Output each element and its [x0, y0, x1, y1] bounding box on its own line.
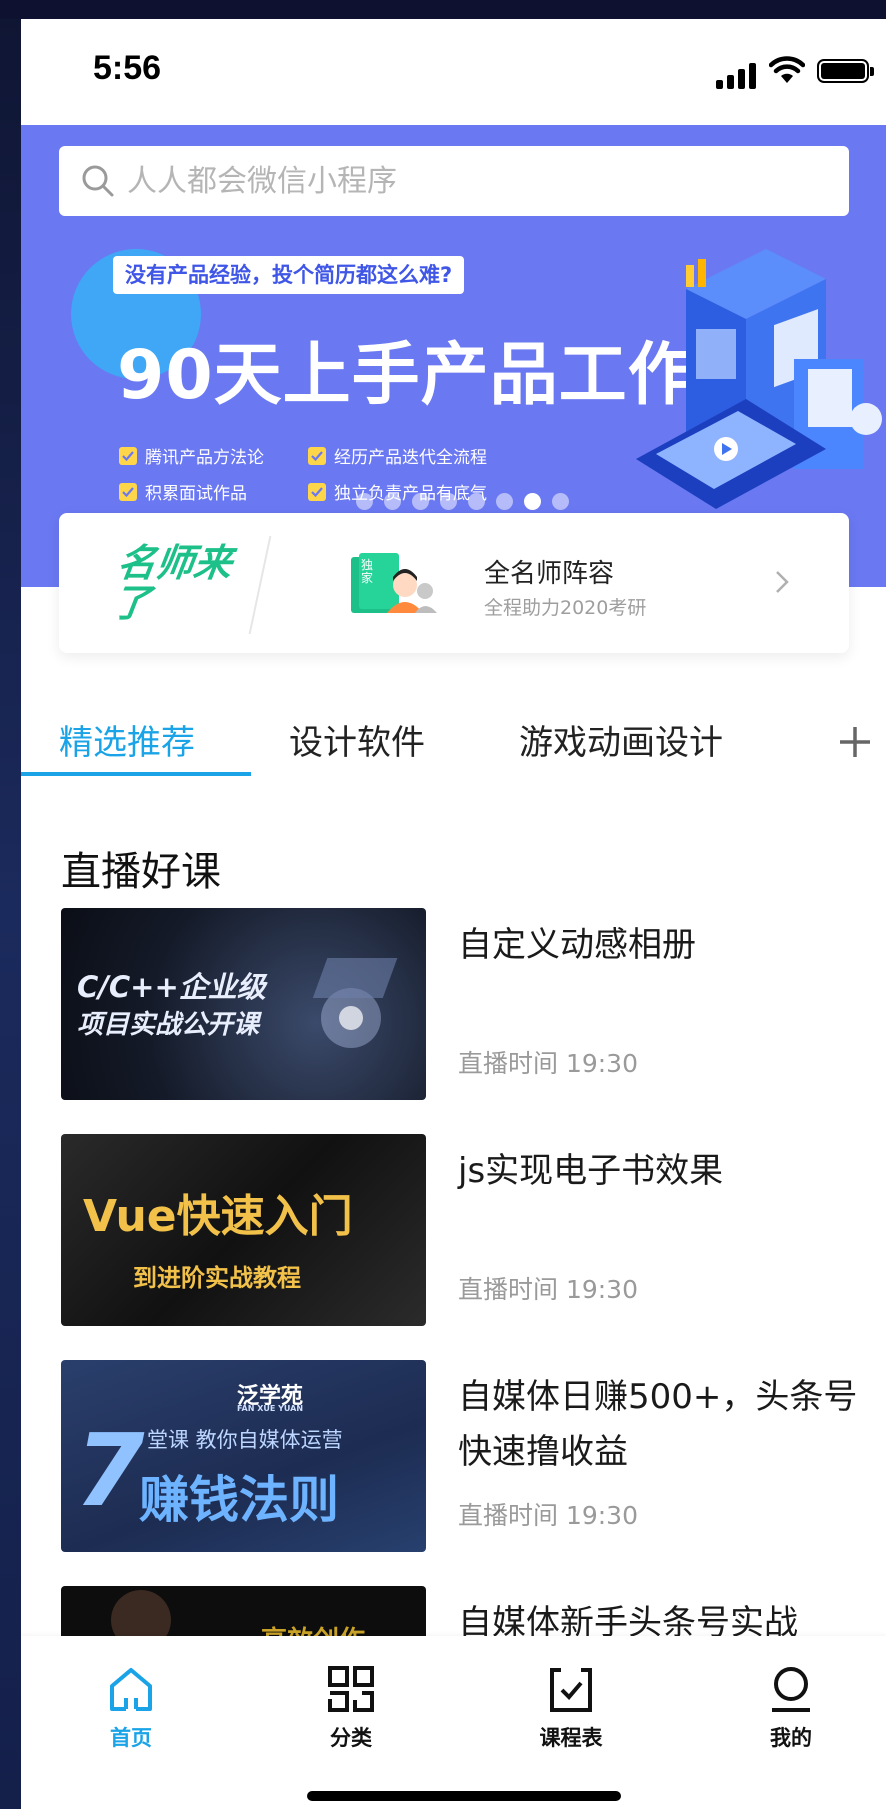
divider	[248, 535, 272, 635]
banner-illustration	[636, 249, 882, 509]
carousel-dot[interactable]	[496, 493, 513, 510]
check-icon	[119, 446, 137, 465]
category-tabs: 精选推荐 设计软件 游戏动画设计	[21, 691, 886, 791]
teacher-card-subtitle: 全程助力2020考研	[484, 597, 647, 619]
course-time: 直播时间 19:30	[458, 1275, 638, 1304]
banner-feature-label: 腾讯产品方法论	[145, 448, 264, 468]
nav-profile[interactable]: 我的	[731, 1664, 851, 1752]
chevron-right-icon	[776, 571, 789, 593]
nav-label: 首页	[110, 1726, 152, 1750]
tab-active-indicator	[21, 772, 251, 776]
course-item[interactable]: Vue快速入门 到进阶实战教程 js实现电子书效果 直播时间 19:30	[61, 1134, 861, 1326]
teacher-card-title: 全名师阵容	[484, 559, 615, 589]
bottom-tab-bar: 首页 分类 课程表 我的	[21, 1636, 886, 1809]
carousel-dot[interactable]	[552, 493, 569, 510]
check-icon	[119, 482, 137, 501]
home-icon	[110, 1668, 152, 1712]
carousel-dots[interactable]	[356, 493, 569, 510]
wifi-icon	[769, 56, 805, 83]
course-thumbnail[interactable]: C/C++企业级 项目实战公开课	[61, 908, 426, 1100]
course-thumbnail[interactable]: Vue快速入门 到进阶实战教程	[61, 1134, 426, 1326]
banner-feature: 积累面试作品	[119, 479, 247, 504]
course-title: 自媒体日赚500+，头条号快速撸收益	[458, 1377, 858, 1472]
course-time: 直播时间 19:30	[458, 1049, 638, 1078]
teacher-badge: 名师来了	[109, 541, 235, 625]
banner-feature-label: 经历产品迭代全流程	[334, 448, 487, 468]
thumbnail-text: 7	[75, 1412, 145, 1529]
course-thumbnail[interactable]: 泛学苑 FAN XUE YUAN 7 堂课 教你自媒体运营 赚钱法则	[61, 1360, 426, 1552]
status-bar: 5:56	[21, 19, 886, 125]
cellular-signal-icon	[716, 63, 758, 89]
nav-category[interactable]: 分类	[291, 1664, 411, 1752]
section-title: 直播好课	[61, 849, 221, 895]
thumbnail-text: Vue快速入门	[83, 1191, 353, 1242]
plus-icon[interactable]	[837, 724, 873, 760]
nav-label: 我的	[770, 1726, 812, 1750]
home-indicator[interactable]	[307, 1791, 621, 1801]
carousel-dot[interactable]	[356, 493, 373, 510]
thumbnail-text: 堂课 教你自媒体运营	[147, 1428, 343, 1452]
thumbnail-text: FAN XUE YUAN	[237, 1404, 304, 1413]
banner-feature-label: 积累面试作品	[145, 484, 247, 504]
thumbnail-text: 到进阶实战教程	[133, 1264, 301, 1292]
thumbnail-text: 项目实战公开课	[77, 1010, 260, 1040]
teacher-promo-card[interactable]: 名师来了 独家 全名师阵容 全程助力2020考研	[59, 513, 849, 653]
tab-design-software[interactable]: 设计软件	[289, 715, 425, 764]
course-title: 自定义动感相册	[458, 925, 696, 965]
thumbnail-text: C/C++企业级	[77, 970, 266, 1004]
search-input[interactable]	[127, 163, 807, 199]
tab-featured[interactable]: 精选推荐	[59, 715, 195, 764]
phone-screen: 5:56 没有产品经验，投个简历都这么难? 90天上手产品工作	[21, 19, 886, 1809]
banner-title: 90天上手产品工作	[117, 336, 697, 415]
course-title: js实现电子书效果	[458, 1151, 724, 1191]
banner-feature: 腾讯产品方法论	[119, 443, 264, 468]
profile-icon	[772, 1667, 810, 1712]
carousel-dot[interactable]	[384, 493, 401, 510]
thumbnail-text: 赚钱法则	[139, 1471, 339, 1529]
carousel-dot[interactable]	[412, 493, 429, 510]
tab-game-animation[interactable]: 游戏动画设计	[519, 715, 723, 764]
search-bar[interactable]	[59, 146, 849, 216]
carousel-dot[interactable]	[468, 493, 485, 510]
grid-icon	[328, 1666, 374, 1712]
banner-feature: 经历产品迭代全流程	[308, 443, 487, 468]
status-time: 5:56	[93, 49, 162, 87]
background-left	[0, 0, 21, 1809]
course-item[interactable]: 泛学苑 FAN XUE YUAN 7 堂课 教你自媒体运营 赚钱法则 自媒体日赚…	[61, 1360, 861, 1552]
promo-banner[interactable]: 没有产品经验，投个简历都这么难? 90天上手产品工作 腾讯产品方法论 经历产品迭…	[21, 219, 886, 529]
battery-icon	[817, 59, 874, 83]
banner-tag: 没有产品经验，投个简历都这么难?	[113, 256, 465, 294]
exclusive-label: 独家	[361, 558, 374, 585]
schedule-icon	[550, 1667, 592, 1712]
check-icon	[308, 446, 326, 465]
nav-schedule[interactable]: 课程表	[511, 1664, 631, 1752]
check-icon	[308, 482, 326, 501]
search-icon	[82, 165, 114, 197]
carousel-dot[interactable]	[524, 493, 541, 510]
course-time: 直播时间 19:30	[458, 1501, 638, 1530]
course-item[interactable]: C/C++企业级 项目实战公开课 自定义动感相册 直播时间 19:30	[61, 908, 861, 1100]
nav-label: 课程表	[539, 1726, 603, 1750]
nav-label: 分类	[330, 1726, 372, 1750]
background-top	[0, 0, 886, 19]
nav-home[interactable]: 首页	[71, 1664, 191, 1752]
thumbnail-decor	[312, 958, 398, 1048]
carousel-dot[interactable]	[440, 493, 457, 510]
